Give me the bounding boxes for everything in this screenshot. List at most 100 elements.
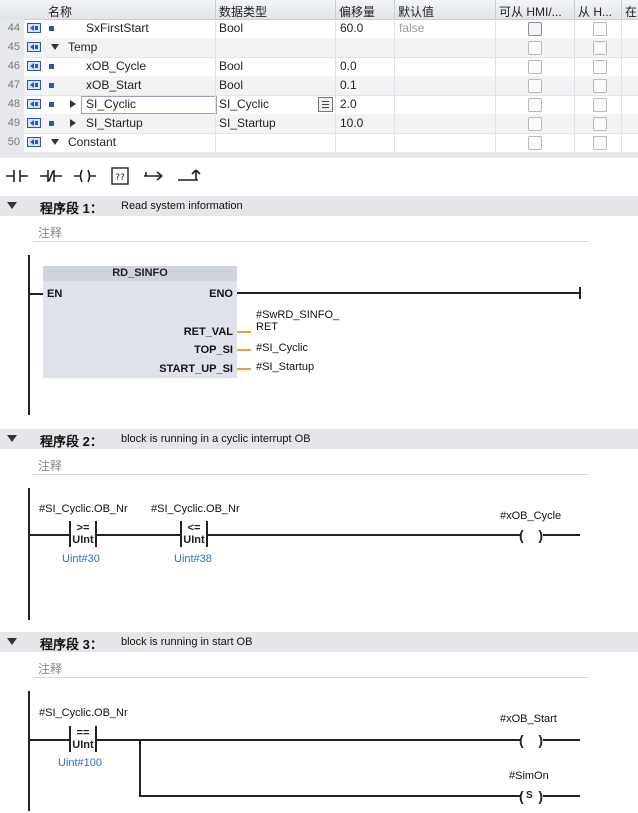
network-description[interactable]: block is running in a cyclic interrupt O… [121, 433, 311, 445]
section-name[interactable]: Constant [68, 133, 116, 152]
section-name[interactable]: Temp [68, 38, 97, 57]
network-title: 程序段 1： [40, 201, 103, 216]
power-rail [28, 691, 30, 811]
network-comment[interactable]: 注释 [33, 655, 589, 678]
col-default-header[interactable]: 默认值 [398, 3, 434, 20]
var-name[interactable]: SI_Cyclic [86, 95, 136, 114]
network-comment[interactable]: 注释 [33, 452, 589, 475]
table-row[interactable]: 47 xOB_Start Bool 0.1 [0, 76, 638, 96]
coil2-operand[interactable]: #SimOn [509, 770, 549, 782]
cmp2-constant[interactable]: Uint#38 [174, 553, 212, 565]
network-description[interactable]: Read system information [121, 200, 243, 212]
h-checkbox[interactable] [593, 60, 607, 74]
nc-contact-icon[interactable] [38, 166, 64, 186]
set-coil[interactable]: (S) [519, 789, 543, 803]
cmp-operand[interactable]: #SI_Cyclic.OB_Nr [39, 707, 128, 719]
var-type[interactable]: Bool [219, 76, 243, 95]
h-checkbox[interactable] [593, 98, 607, 112]
var-type[interactable]: SI_Cyclic [219, 95, 269, 114]
table-row[interactable]: 49 SI_Startup SI_Startup 10.0 [0, 114, 638, 134]
hmi-checkbox[interactable] [528, 117, 542, 131]
ret-val-param[interactable]: #SwRD_SINFO_ [256, 309, 339, 321]
hmi-checkbox[interactable] [528, 79, 542, 93]
var-marker [49, 83, 54, 88]
cmp-constant[interactable]: Uint#100 [58, 757, 102, 769]
table-row[interactable]: 45 Temp [0, 38, 638, 58]
hmi-checkbox[interactable] [528, 41, 542, 55]
rung-wire [208, 534, 520, 536]
table-row[interactable]: 48 SI_Cyclic SI_Cyclic 2.0 [0, 95, 638, 115]
h-checkbox[interactable] [593, 79, 607, 93]
cmp1-operand[interactable]: #SI_Cyclic.OB_Nr [39, 503, 128, 515]
var-type[interactable]: Bool [219, 57, 243, 76]
coil-operand[interactable]: #xOB_Cycle [500, 510, 561, 522]
h-checkbox[interactable] [593, 41, 607, 55]
coil-icon[interactable] [72, 166, 98, 186]
cmp2-operand[interactable]: #SI_Cyclic.OB_Nr [151, 503, 240, 515]
temp-var-icon [27, 80, 41, 90]
open-branch-icon[interactable] [142, 166, 168, 186]
var-name[interactable]: xOB_Start [86, 76, 141, 95]
power-rail [28, 488, 30, 620]
collapse-arrow-icon[interactable] [7, 638, 17, 645]
coil1-operand[interactable]: #xOB_Start [500, 713, 557, 725]
close-branch-icon[interactable] [176, 166, 202, 186]
compare-ge-instruction[interactable]: >= UInt [69, 521, 97, 547]
col-type-header[interactable]: 数据类型 [219, 3, 267, 20]
hmi-checkbox[interactable] [528, 98, 542, 112]
var-type[interactable]: SI_Startup [219, 114, 276, 133]
network-1-header[interactable]: 程序段 1： Read system information [0, 196, 638, 216]
cmp1-constant[interactable]: Uint#30 [62, 553, 100, 565]
output-coil[interactable]: () [519, 528, 543, 542]
h-checkbox[interactable] [593, 136, 607, 150]
table-row[interactable]: 46 xOB_Cycle Bool 0.0 [0, 57, 638, 77]
expand-icon[interactable] [70, 100, 76, 108]
network-description[interactable]: block is running in start OB [121, 636, 252, 648]
col-offset-header[interactable]: 偏移量 [339, 3, 375, 20]
branch-wire [139, 795, 520, 797]
rung-wire [97, 534, 181, 536]
top-si-param[interactable]: #SI_Cyclic [256, 342, 308, 354]
function-block-rd-sinfo[interactable]: RD_SINFO EN ENO RET_VAL TOP_SI START_UP_… [43, 266, 237, 378]
table-row[interactable]: 44 SxFirstStart Bool 60.0 false [0, 19, 638, 39]
empty-box-icon[interactable]: ?? [108, 166, 134, 186]
interface-table: 名称 数据类型 偏移量 默认值 可从 HMI/... 从 H... 在 44 S… [0, 0, 638, 153]
network-3-header[interactable]: 程序段 3： block is running in start OB [0, 632, 638, 652]
top-si-wire [237, 349, 251, 351]
start-up-si-param[interactable]: #SI_Startup [256, 361, 314, 373]
h-checkbox[interactable] [593, 22, 607, 36]
var-default[interactable]: false [399, 19, 424, 38]
compare-le-instruction[interactable]: <= UInt [180, 521, 208, 547]
row-number: 47 [0, 76, 24, 95]
collapse-icon[interactable] [51, 44, 59, 50]
var-name[interactable]: SI_Startup [86, 114, 143, 133]
network-2-header[interactable]: 程序段 2： block is running in a cyclic inte… [0, 429, 638, 449]
hmi-checkbox[interactable] [528, 60, 542, 74]
network-comment[interactable]: 注释 [33, 219, 589, 242]
compare-eq-instruction[interactable]: == UInt [69, 726, 97, 752]
col-hmi-header[interactable]: 可从 HMI/... [499, 3, 571, 20]
var-name[interactable]: xOB_Cycle [86, 57, 146, 76]
type-picker-icon[interactable] [318, 97, 333, 112]
expand-icon[interactable] [70, 119, 76, 127]
col-in-header[interactable]: 在 [625, 3, 637, 20]
start-up-si-pin: START_UP_SI [159, 363, 233, 375]
ret-val-param-cont[interactable]: RET [256, 321, 278, 333]
row-number: 50 [0, 133, 24, 152]
hmi-checkbox[interactable] [528, 22, 542, 36]
network-title: 程序段 3： [40, 637, 103, 652]
no-contact-icon[interactable] [4, 166, 30, 186]
collapse-icon[interactable] [51, 139, 59, 145]
table-row[interactable]: 50 Constant [0, 133, 638, 153]
col-name-header[interactable]: 名称 [48, 3, 72, 20]
collapse-arrow-icon[interactable] [7, 435, 17, 442]
var-type[interactable]: Bool [219, 19, 243, 38]
hmi-checkbox[interactable] [528, 136, 542, 150]
splitter-bar[interactable] [0, 152, 638, 158]
var-name[interactable]: SxFirstStart [86, 19, 149, 38]
output-coil[interactable]: () [519, 733, 543, 747]
ret-val-pin: RET_VAL [183, 326, 233, 338]
col-h-header[interactable]: 从 H... [578, 3, 618, 20]
h-checkbox[interactable] [593, 117, 607, 131]
collapse-arrow-icon[interactable] [7, 202, 17, 209]
